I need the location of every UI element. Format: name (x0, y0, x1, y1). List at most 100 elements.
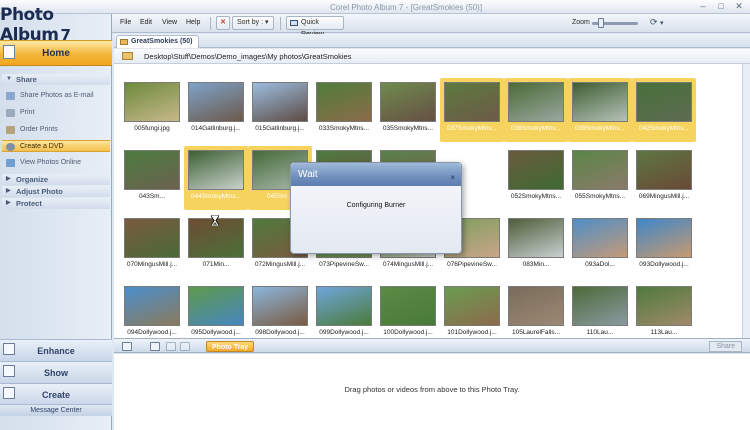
quick-review-button[interactable]: Quick Review (286, 16, 344, 38)
create-dvd-label: Create a DVD (20, 143, 64, 150)
order-prints-item[interactable]: Order Prints (2, 124, 110, 136)
photo-thumbnail[interactable]: 100Dollywood.j... (376, 282, 440, 338)
create-dvd-item[interactable]: Create a DVD (2, 140, 110, 152)
photo-image (444, 82, 500, 122)
photo-caption: 044SmokyMtns... (190, 193, 242, 200)
photo-thumbnail[interactable]: 043Sm... (120, 146, 184, 210)
photo-image (316, 82, 372, 122)
tray-tool-icon[interactable] (150, 342, 160, 351)
share-section-label: Share (16, 75, 37, 84)
rotate-icon[interactable]: ⟳ (650, 17, 658, 28)
photo-caption: 055SmokyMtns... (574, 193, 626, 200)
photo-image (508, 218, 564, 258)
photo-tray-area[interactable]: Drag photos or videos from above to this… (114, 354, 750, 430)
message-center-label: Message Center (30, 407, 82, 414)
photo-caption: 113Lau... (650, 329, 678, 336)
minimize-icon[interactable]: – (696, 1, 710, 12)
photo-tray-hint: Drag photos or videos from above to this… (344, 385, 520, 394)
photo-thumbnail[interactable]: 035SmokyMtns... (376, 78, 440, 142)
photo-caption: 005fungi.jpg (134, 125, 170, 132)
photo-thumbnail[interactable]: 037SmokyMtns... (440, 78, 504, 142)
folder-path-bar: Desktop\Stuff\Demos\Demo_images\My photo… (114, 49, 750, 64)
close-icon[interactable]: × (450, 166, 455, 189)
photo-thumbnail[interactable]: 039SmokyMtns... (568, 78, 632, 142)
menu-view[interactable]: View (162, 19, 177, 26)
select-tool-icon[interactable] (122, 342, 132, 351)
show-button[interactable]: Show (0, 361, 112, 383)
photo-caption: 052SmokyMtns... (510, 193, 562, 200)
window-title: Corel Photo Album 7 - [GreatSmokies (50)… (330, 3, 483, 12)
photo-caption: 038SmokyMtns... (510, 125, 562, 132)
photo-caption: 083Min... (522, 261, 550, 268)
photo-thumbnail[interactable]: 069MingusMill.j... (632, 146, 696, 210)
photo-thumbnail[interactable]: 110Lau... (568, 282, 632, 338)
print-item[interactable]: Print (2, 107, 110, 119)
close-icon[interactable]: ✕ (732, 1, 746, 12)
photo-thumbnail[interactable]: 093Dollywood.j... (632, 214, 696, 278)
folder-icon (120, 39, 128, 45)
enhance-button[interactable]: Enhance (0, 339, 112, 361)
photo-thumbnail[interactable]: 113Lau... (632, 282, 696, 338)
photo-image (124, 286, 180, 326)
share-email-item[interactable]: Share Photos as E-mail (2, 90, 110, 102)
zoom-slider-thumb[interactable] (598, 18, 604, 28)
message-center-button[interactable]: Message Center (0, 404, 112, 416)
photo-thumbnail[interactable]: 098Dollywood.j... (248, 282, 312, 338)
photo-thumbnail[interactable]: 070MingusMill.j... (120, 214, 184, 278)
app-logo-version: 7 (60, 26, 71, 44)
share-section[interactable]: ▼ Share (2, 74, 110, 85)
photo-thumbnail[interactable]: 093aDol... (568, 214, 632, 278)
menu-file[interactable]: File (120, 19, 131, 26)
tab-greatsmokies[interactable]: GreatSmokies (50) (116, 35, 200, 48)
protect-label: Protect (16, 199, 42, 208)
home-icon (3, 45, 15, 59)
protect-section[interactable]: ▶ Protect (2, 198, 110, 209)
window-controls: – □ ✕ (696, 1, 746, 12)
photo-caption: 014Gatlinburg.j... (191, 125, 241, 132)
create-label: Create (41, 390, 70, 400)
menu-help[interactable]: Help (186, 19, 200, 26)
photo-thumbnail[interactable]: 044SmokyMtns... (184, 146, 248, 210)
create-button[interactable]: Create (0, 383, 112, 405)
photo-thumbnail[interactable]: 005fungi.jpg (120, 78, 184, 142)
photo-tray-tab[interactable]: Photo Tray (206, 341, 255, 352)
vertical-scrollbar[interactable] (742, 64, 750, 338)
photo-thumbnail[interactable]: 038SmokyMtns... (504, 78, 568, 142)
photo-caption: 101Dollywood.j... (447, 329, 497, 336)
photo-thumbnail[interactable]: 033SmokyMtns... (312, 78, 376, 142)
adjust-photo-section[interactable]: ▶ Adjust Photo (2, 186, 110, 197)
photo-thumbnail[interactable]: 042SmokyMtns... (632, 78, 696, 142)
delete-icon[interactable]: ✕ (216, 16, 230, 30)
photo-image (380, 286, 436, 326)
print-label: Print (20, 109, 35, 116)
create-icon (3, 387, 15, 399)
photo-thumbnail[interactable]: 099Dollywood.j... (312, 282, 376, 338)
sidebar: Home ▼ Share Share Photos as E-mail Prin… (0, 14, 112, 430)
photo-image (252, 286, 308, 326)
expand-arrow-icon: ▶ (6, 176, 11, 182)
adjust-photo-label: Adjust Photo (16, 187, 63, 196)
photo-thumbnail[interactable]: 083Min... (504, 214, 568, 278)
photo-thumbnail[interactable]: 052SmokyMtns... (504, 146, 568, 210)
share-button[interactable]: Share (709, 341, 742, 352)
photo-thumbnail[interactable]: 094Dollywood.j... (120, 282, 184, 338)
toolbar-separator (280, 17, 281, 30)
zoom-dropdown-icon[interactable]: ▾ (660, 19, 664, 27)
sort-by-dropdown[interactable]: Sort by : ▾ (232, 16, 274, 30)
organize-section[interactable]: ▶ Organize (2, 174, 110, 185)
maximize-icon[interactable]: □ (714, 1, 728, 12)
folder-icon (122, 52, 133, 60)
photo-thumbnail[interactable]: 105LaurelFalls... (504, 282, 568, 338)
menu-edit[interactable]: Edit (140, 19, 152, 26)
photo-thumbnail[interactable]: 055SmokyMtns... (568, 146, 632, 210)
photo-caption: 098Dollywood.j... (255, 329, 305, 336)
photo-thumbnail[interactable]: 095Dollywood.j... (184, 282, 248, 338)
photo-caption: 072MingusMill.j... (254, 261, 306, 268)
photo-thumbnail[interactable]: 101Dollywood.j... (440, 282, 504, 338)
photo-caption: 094Dollywood.j... (127, 329, 177, 336)
photo-thumbnail[interactable]: 015Gatlinburg.j... (248, 78, 312, 142)
photo-image (188, 82, 244, 122)
view-photos-online-item[interactable]: View Photos Online (2, 157, 110, 169)
photo-caption: 070MingusMill.j... (126, 261, 178, 268)
photo-thumbnail[interactable]: 014Gatlinburg.j... (184, 78, 248, 142)
